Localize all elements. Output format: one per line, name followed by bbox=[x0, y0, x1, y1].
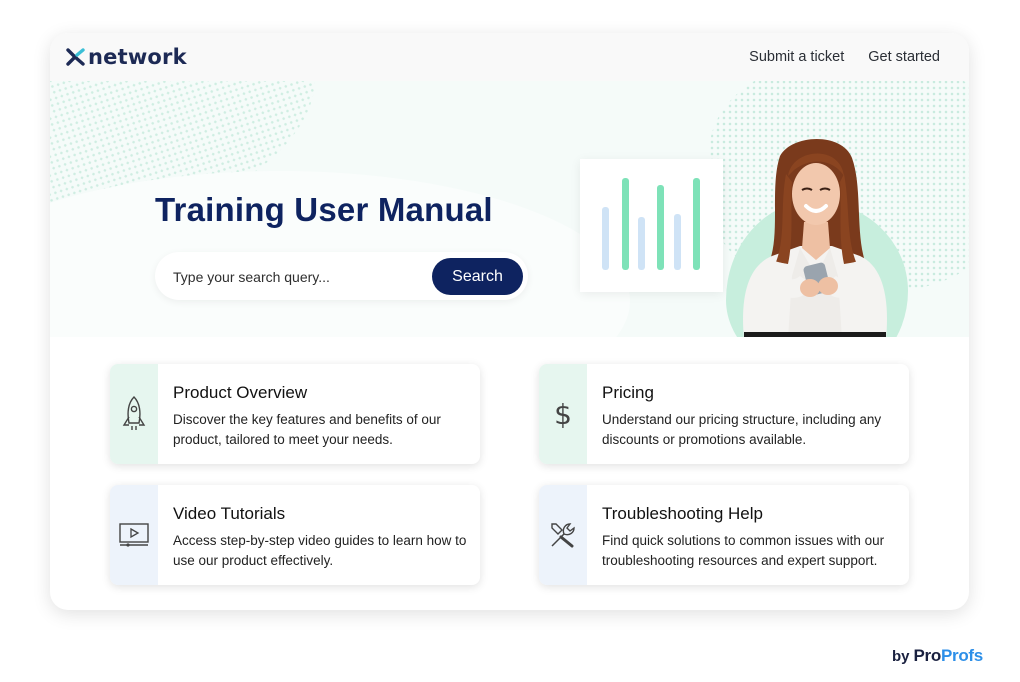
video-tutorials-card[interactable]: Video Tutorials Access step-by-step vide… bbox=[110, 485, 480, 585]
troubleshooting-card[interactable]: Troubleshooting Help Find quick solution… bbox=[539, 485, 909, 585]
card-icon-strip: $ bbox=[539, 364, 587, 464]
video-player-icon bbox=[119, 523, 149, 547]
card-description: Discover the key features and benefits o… bbox=[173, 412, 441, 447]
card-description: Access step-by-step video guides to lear… bbox=[173, 533, 467, 568]
card-icon-strip bbox=[110, 485, 158, 585]
card-title: Pricing bbox=[602, 383, 654, 402]
card-title: Product Overview bbox=[173, 383, 308, 402]
search-bar: Search bbox=[155, 252, 528, 300]
search-input[interactable] bbox=[171, 262, 420, 292]
tools-icon bbox=[551, 523, 575, 548]
search-button[interactable]: Search bbox=[432, 258, 523, 295]
submit-ticket-link[interactable]: Submit a ticket bbox=[749, 49, 844, 65]
logo-text: network bbox=[88, 45, 187, 69]
help-center-window: network Submit a ticket Get started Trai… bbox=[50, 33, 969, 610]
top-navigation-bar: network Submit a ticket Get started bbox=[50, 33, 969, 81]
pricing-card[interactable]: $ Pricing Understand our pricing structu… bbox=[539, 364, 909, 464]
card-description: Understand our pricing structure, includ… bbox=[602, 412, 882, 447]
hero-banner: Training User Manual Search bbox=[50, 81, 969, 337]
rocket-icon bbox=[122, 396, 146, 430]
x-logo-icon bbox=[66, 48, 85, 66]
card-title: Troubleshooting Help bbox=[602, 504, 763, 523]
brand-pro: Pro bbox=[913, 646, 942, 665]
get-started-link[interactable]: Get started bbox=[868, 49, 940, 65]
decorative-chart-card bbox=[580, 159, 723, 292]
proprofs-logo[interactable]: ProProfs bbox=[913, 646, 984, 666]
card-icon-strip bbox=[110, 364, 158, 464]
dollar-icon: $ bbox=[554, 397, 572, 431]
bar-chart-illustration bbox=[602, 178, 700, 270]
by-label: by bbox=[892, 648, 910, 665]
network-logo[interactable]: network bbox=[66, 43, 187, 71]
card-title: Video Tutorials bbox=[173, 504, 286, 523]
product-overview-card[interactable]: Product Overview Discover the key featur… bbox=[110, 364, 480, 464]
proprofs-branding: by ProProfs bbox=[892, 646, 983, 666]
brand-profs: Profs bbox=[940, 646, 983, 665]
page-title: Training User Manual bbox=[155, 191, 493, 228]
woman-with-phone-photo bbox=[743, 139, 887, 337]
card-description: Find quick solutions to common issues wi… bbox=[602, 533, 885, 568]
card-icon-strip bbox=[539, 485, 587, 585]
top-nav: Submit a ticket Get started bbox=[749, 49, 940, 65]
